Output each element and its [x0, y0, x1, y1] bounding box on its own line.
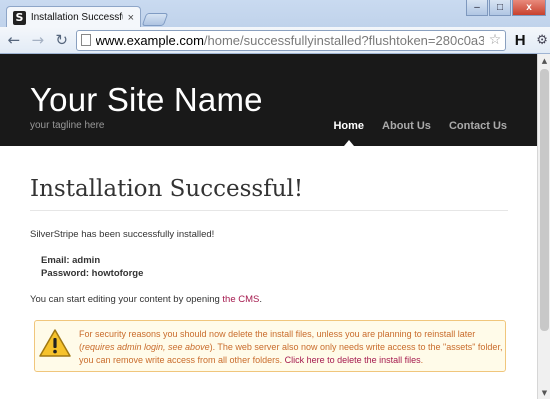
page-title: Installation Successful! — [30, 176, 508, 211]
browser-toolbar: ← → ↻ www.example.com/home/successfullyi… — [0, 27, 550, 54]
wrench-icon[interactable]: ⚙ — [534, 32, 550, 48]
nav-label: Home — [333, 120, 365, 132]
tab-title: Installation Successful! » Yo — [30, 12, 123, 23]
minimize-button[interactable]: – — [466, 0, 488, 16]
nav-item-contact-us[interactable]: Contact Us — [449, 120, 507, 132]
tab-strip: S Installation Successful! » Yo × – □ x — [0, 0, 550, 28]
main-content: Installation Successful! SilverStripe ha… — [30, 146, 508, 372]
address-bar[interactable]: www.example.com/home/successfullyinstall… — [75, 29, 507, 51]
site-favicon-icon: S — [13, 10, 26, 25]
scroll-thumb[interactable] — [540, 69, 549, 331]
url-path: /home/successfullyinstalled?flushtoken=2… — [203, 32, 484, 48]
vertical-scrollbar[interactable]: ▲ ▼ — [537, 54, 550, 399]
delete-install-files-link[interactable]: Click here to delete the install files — [285, 355, 421, 365]
url-text[interactable]: www.example.com/home/successfullyinstall… — [96, 33, 484, 48]
edit-instructions: You can start editing your content by op… — [30, 294, 508, 305]
edit-suffix: . — [259, 294, 263, 305]
reload-icon[interactable]: ↻ — [52, 30, 72, 50]
site-tagline: your tagline here — [30, 120, 105, 131]
main-nav: Home About Us Contact Us — [333, 120, 507, 146]
browser-chrome: S Installation Successful! » Yo × – □ x … — [0, 0, 550, 54]
forward-arrow-icon[interactable]: → — [28, 30, 48, 50]
warning-part-3: . — [420, 355, 424, 365]
security-warning: For security reasons you should now dele… — [34, 320, 506, 372]
maximize-button[interactable]: □ — [489, 0, 511, 16]
window-controls: – □ x — [466, 0, 546, 16]
nav-item-home[interactable]: Home — [333, 120, 365, 146]
star-icon[interactable]: ☆ — [489, 32, 502, 48]
site-name[interactable]: Your Site Name — [30, 81, 263, 119]
tab-close-icon[interactable]: × — [128, 12, 134, 24]
warning-triangle-icon — [39, 329, 71, 357]
warning-text: For security reasons you should now dele… — [79, 328, 504, 367]
back-arrow-icon[interactable]: ← — [4, 30, 24, 50]
scroll-down-arrow-icon[interactable]: ▼ — [538, 386, 550, 399]
page-viewport: Your Site Name your tagline here Home Ab… — [0, 54, 537, 399]
browser-tab[interactable]: S Installation Successful! » Yo × — [6, 6, 141, 28]
page-icon — [80, 34, 91, 46]
new-tab-button[interactable] — [141, 13, 169, 26]
scroll-up-arrow-icon[interactable]: ▲ — [538, 54, 550, 67]
email-line: Email: admin — [41, 255, 101, 266]
warning-italic: requires admin login, see above — [82, 342, 210, 352]
extension-h-icon[interactable]: H — [512, 31, 528, 49]
cms-link[interactable]: the CMS — [222, 294, 259, 305]
url-host: www.example.com — [95, 32, 204, 48]
edit-prefix: You can start editing your content by op… — [30, 294, 223, 305]
password-line: Password: howtoforge — [41, 268, 144, 279]
close-window-button[interactable]: x — [512, 0, 546, 16]
intro-text: SilverStripe has been successfully insta… — [30, 229, 215, 240]
site-header: Your Site Name your tagline here Home Ab… — [0, 54, 537, 146]
nav-item-about-us[interactable]: About Us — [382, 120, 431, 132]
credentials: Email: admin Password: howtoforge — [41, 254, 508, 280]
